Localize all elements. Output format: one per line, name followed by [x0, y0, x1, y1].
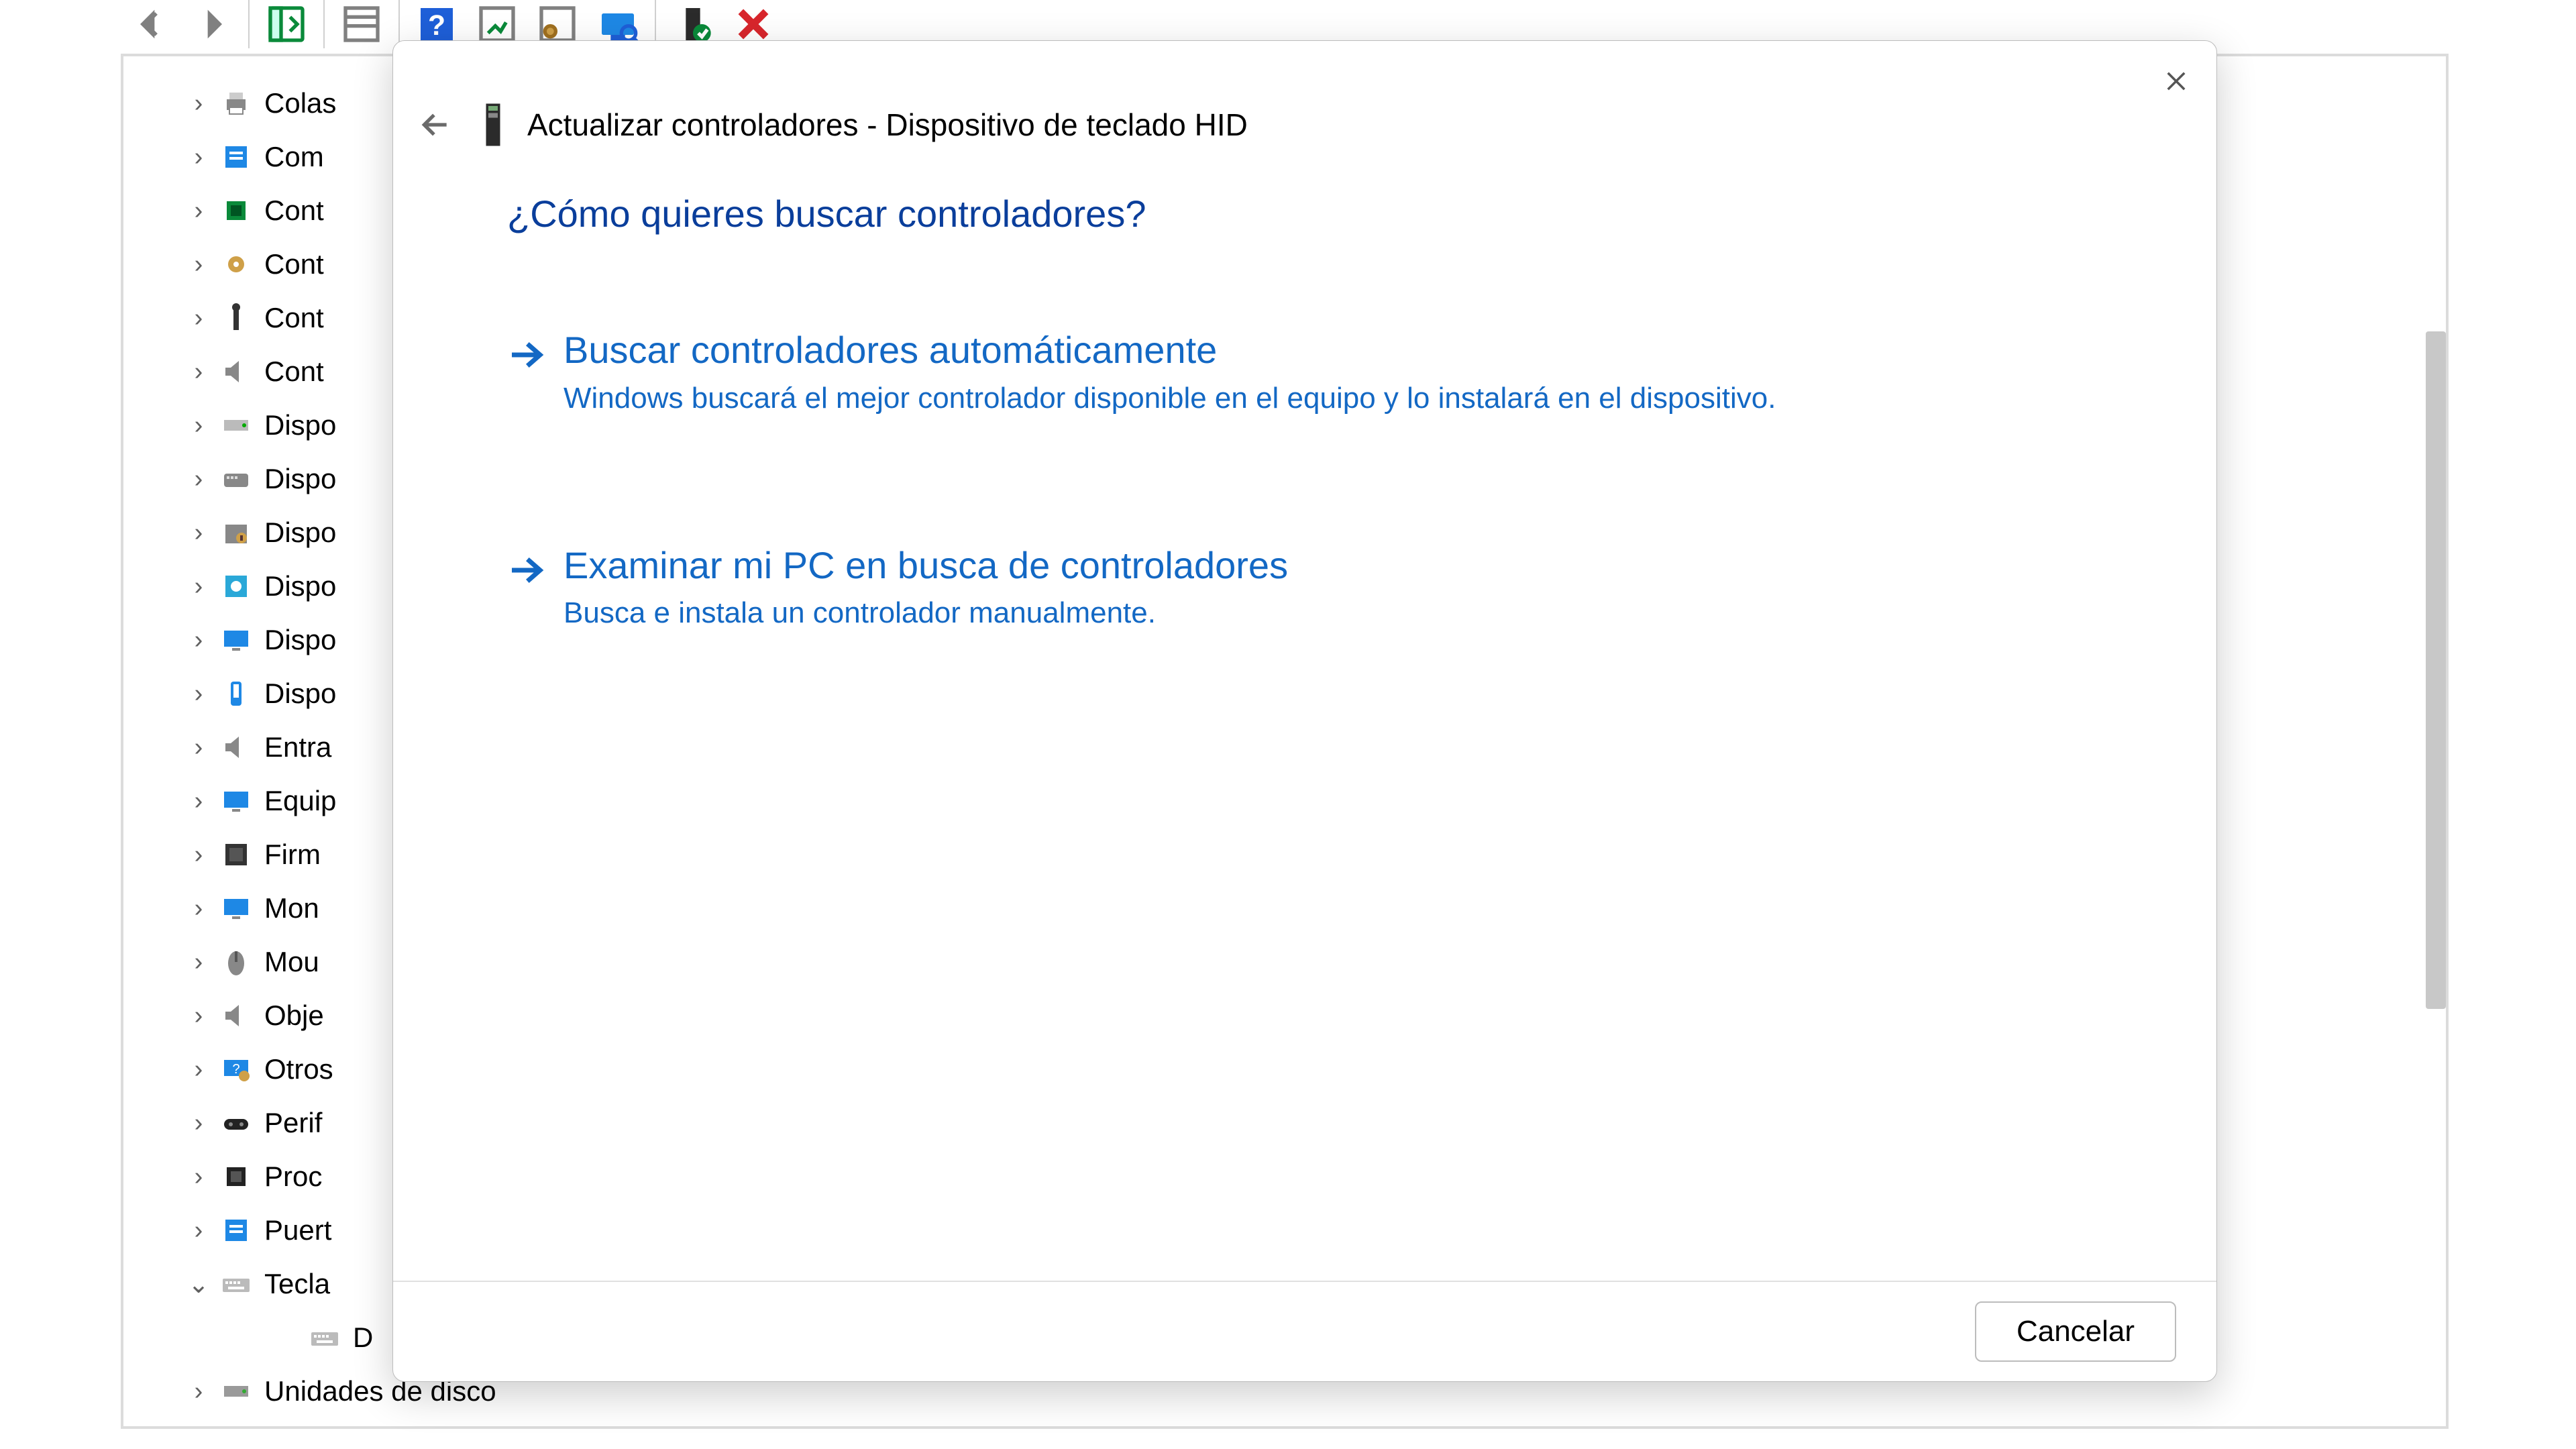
chevron-right-icon[interactable]: ›	[189, 304, 208, 333]
tree-item-label: Dispo	[264, 624, 336, 656]
tree-item-label: Com	[264, 141, 324, 173]
dialog-body: ¿Cómo quieres buscar controladores? Busc…	[393, 175, 2216, 1281]
gear-icon	[220, 248, 252, 280]
update-driver-dialog: Actualizar controladores - Dispositivo d…	[392, 40, 2217, 1382]
drive-icon	[220, 409, 252, 441]
chevron-down-icon[interactable]: ⌄	[189, 1269, 208, 1299]
arrow-right-icon	[507, 551, 545, 592]
dialog-title: Actualizar controladores - Dispositivo d…	[527, 107, 1248, 143]
chevron-right-icon[interactable]: ›	[189, 787, 208, 816]
keyboard-icon	[309, 1322, 341, 1354]
tree-item-label: Otros	[264, 1053, 333, 1085]
toolbar-separator	[323, 0, 325, 48]
monitor-icon	[220, 624, 252, 656]
option-search-automatically[interactable]: Buscar controladores automáticamente Win…	[507, 329, 2102, 417]
svg-text:?: ?	[232, 1062, 239, 1077]
chevron-right-icon[interactable]: ›	[189, 1163, 208, 1191]
chevron-right-icon[interactable]: ›	[189, 1055, 208, 1084]
tree-item-label: Dispo	[264, 678, 336, 710]
chevron-right-icon[interactable]: ›	[189, 89, 208, 118]
svg-text:?: ?	[428, 9, 445, 42]
printer-icon	[220, 87, 252, 119]
chevron-right-icon[interactable]: ›	[189, 411, 208, 440]
toolbar-pane-button[interactable]	[331, 0, 392, 48]
tree-item-label: Dispo	[264, 570, 336, 602]
chevron-right-icon[interactable]: ›	[189, 626, 208, 655]
tree-item-label: Perif	[264, 1107, 322, 1139]
chevron-right-icon[interactable]: ›	[189, 894, 208, 923]
chevron-right-icon[interactable]: ›	[189, 948, 208, 977]
keyboard-icon	[220, 1268, 252, 1300]
scrollbar-thumb[interactable]	[2426, 331, 2446, 1009]
storage-icon	[220, 570, 252, 602]
chevron-right-icon[interactable]: ›	[189, 1377, 208, 1406]
hid-icon	[220, 463, 252, 495]
tree-item-label: Cont	[264, 248, 324, 280]
tree-item-label: Cont	[264, 195, 324, 227]
speaker-icon	[220, 356, 252, 388]
chevron-right-icon[interactable]: ›	[189, 143, 208, 172]
tree-item-label: Entra	[264, 731, 331, 763]
dialog-footer: Cancelar	[393, 1281, 2216, 1381]
speaker-icon	[220, 731, 252, 763]
cpu-icon	[220, 1161, 252, 1193]
chip-icon	[220, 195, 252, 227]
chevron-right-icon[interactable]: ›	[189, 519, 208, 547]
option-title: Buscar controladores automáticamente	[564, 329, 1776, 371]
gamepad-icon	[220, 1107, 252, 1139]
tree-item-label: Firm	[264, 839, 321, 871]
chevron-right-icon[interactable]: ›	[189, 572, 208, 601]
option-browse-computer[interactable]: Examinar mi PC en busca de controladores…	[507, 545, 2102, 633]
monitor-icon	[220, 785, 252, 817]
tree-item-label: Tecla	[264, 1268, 330, 1300]
toolbar-back-button[interactable]	[121, 0, 181, 48]
chevron-right-icon[interactable]: ›	[189, 733, 208, 762]
mouse-icon	[220, 946, 252, 978]
dialog-back-button[interactable]	[412, 101, 459, 148]
speaker-icon	[220, 1000, 252, 1032]
toolbar-view-button[interactable]	[256, 0, 317, 48]
chevron-right-icon[interactable]: ›	[189, 841, 208, 869]
tree-item-label: Puert	[264, 1214, 331, 1246]
toolbar-forward-button[interactable]	[181, 0, 241, 48]
port-icon	[220, 1214, 252, 1246]
tree-item-label: Dispo	[264, 517, 336, 549]
option-title: Examinar mi PC en busca de controladores	[564, 545, 1288, 586]
tree-item-label: Proc	[264, 1161, 322, 1193]
phone-icon	[220, 678, 252, 710]
usb-icon	[220, 302, 252, 334]
disk-icon	[220, 1375, 252, 1407]
firmware-icon	[220, 839, 252, 871]
dialog-question: ¿Cómo quieres buscar controladores?	[507, 192, 2102, 235]
cancel-button[interactable]: Cancelar	[1975, 1301, 2176, 1362]
monitor-icon	[220, 892, 252, 924]
dialog-header: Actualizar controladores - Dispositivo d…	[393, 41, 2216, 175]
chevron-right-icon[interactable]: ›	[189, 1002, 208, 1030]
tree-item-label: D	[353, 1322, 373, 1354]
security-icon	[220, 517, 252, 549]
tree-item-label: Obje	[264, 1000, 324, 1032]
unknown-icon: ?	[220, 1053, 252, 1085]
tree-item-label: Cont	[264, 356, 324, 388]
tree-item-label: Dispo	[264, 463, 336, 495]
chevron-right-icon[interactable]: ›	[189, 358, 208, 386]
chevron-right-icon[interactable]: ›	[189, 465, 208, 494]
chevron-right-icon[interactable]: ›	[189, 680, 208, 708]
tree-item-label: Mou	[264, 946, 319, 978]
toolbar-separator	[248, 0, 250, 48]
chevron-right-icon[interactable]: ›	[189, 197, 208, 225]
arrow-right-icon	[507, 336, 545, 377]
port-icon	[220, 141, 252, 173]
tree-item-label: Mon	[264, 892, 319, 924]
chevron-right-icon[interactable]: ›	[189, 250, 208, 279]
device-icon	[479, 105, 507, 145]
option-description: Busca e instala un controlador manualmen…	[564, 594, 1288, 632]
tree-item-label: Dispo	[264, 409, 336, 441]
chevron-right-icon[interactable]: ›	[189, 1109, 208, 1138]
tree-item-label: Cont	[264, 302, 324, 334]
option-description: Windows buscará el mejor controlador dis…	[564, 379, 1776, 417]
tree-item-label: Colas	[264, 87, 336, 119]
tree-item-label: Equip	[264, 785, 336, 817]
chevron-right-icon[interactable]: ›	[189, 1216, 208, 1245]
